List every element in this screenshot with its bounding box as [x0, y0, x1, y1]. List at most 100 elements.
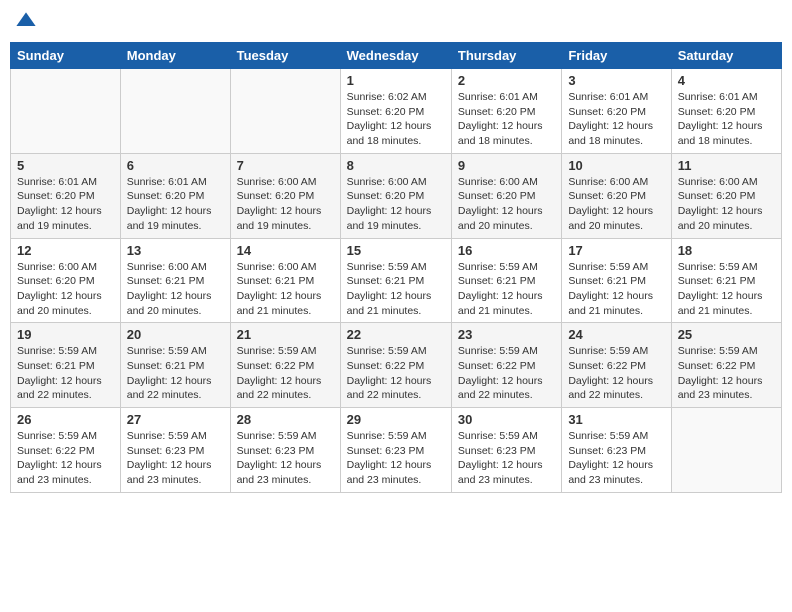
day-number: 20 — [127, 327, 224, 342]
day-info: Sunrise: 5:59 AM Sunset: 6:22 PM Dayligh… — [347, 344, 445, 403]
calendar-day-2: 2 Sunrise: 6:01 AM Sunset: 6:20 PM Daylig… — [451, 69, 561, 154]
calendar-empty-cell — [120, 69, 230, 154]
day-number: 4 — [678, 73, 775, 88]
calendar-day-11: 11 Sunrise: 6:00 AM Sunset: 6:20 PM Dayli… — [671, 153, 781, 238]
day-number: 6 — [127, 158, 224, 173]
day-number: 18 — [678, 243, 775, 258]
day-info: Sunrise: 6:02 AM Sunset: 6:20 PM Dayligh… — [347, 90, 445, 149]
day-number: 31 — [568, 412, 664, 427]
calendar-week-row: 19 Sunrise: 5:59 AM Sunset: 6:21 PM Dayli… — [11, 323, 782, 408]
day-info: Sunrise: 5:59 AM Sunset: 6:21 PM Dayligh… — [568, 260, 664, 319]
calendar-week-row: 1 Sunrise: 6:02 AM Sunset: 6:20 PM Daylig… — [11, 69, 782, 154]
day-number: 15 — [347, 243, 445, 258]
calendar-day-10: 10 Sunrise: 6:00 AM Sunset: 6:20 PM Dayli… — [562, 153, 671, 238]
day-info: Sunrise: 6:00 AM Sunset: 6:21 PM Dayligh… — [237, 260, 334, 319]
calendar-day-20: 20Sunrise: 5:59 AM Sunset: 6:21 PM Dayli… — [120, 323, 230, 408]
calendar-empty-cell — [230, 69, 340, 154]
day-number: 30 — [458, 412, 555, 427]
day-number: 26 — [17, 412, 114, 427]
calendar-week-row: 26Sunrise: 5:59 AM Sunset: 6:22 PM Dayli… — [11, 408, 782, 493]
day-number: 2 — [458, 73, 555, 88]
calendar-day-9: 9 Sunrise: 6:00 AM Sunset: 6:20 PM Daylig… — [451, 153, 561, 238]
day-info: Sunrise: 5:59 AM Sunset: 6:21 PM Dayligh… — [458, 260, 555, 319]
day-number: 28 — [237, 412, 334, 427]
calendar-day-7: 7 Sunrise: 6:00 AM Sunset: 6:20 PM Daylig… — [230, 153, 340, 238]
calendar-header-sunday: Sunday — [11, 43, 121, 69]
calendar-day-27: 27Sunrise: 5:59 AM Sunset: 6:23 PM Dayli… — [120, 408, 230, 493]
page-header — [10, 10, 782, 34]
day-info: Sunrise: 6:01 AM Sunset: 6:20 PM Dayligh… — [458, 90, 555, 149]
calendar-header-wednesday: Wednesday — [340, 43, 451, 69]
calendar-week-row: 12 Sunrise: 6:00 AM Sunset: 6:20 PM Dayli… — [11, 238, 782, 323]
day-number: 21 — [237, 327, 334, 342]
day-number: 10 — [568, 158, 664, 173]
calendar-day-12: 12 Sunrise: 6:00 AM Sunset: 6:20 PM Dayli… — [11, 238, 121, 323]
day-info: Sunrise: 6:00 AM Sunset: 6:21 PM Dayligh… — [127, 260, 224, 319]
calendar-day-28: 28 Sunrise: 5:59 AM Sunset: 6:23 PM Dayli… — [230, 408, 340, 493]
day-number: 17 — [568, 243, 664, 258]
calendar-day-24: 24Sunrise: 5:59 AM Sunset: 6:22 PM Dayli… — [562, 323, 671, 408]
day-info: Sunrise: 5:59 AM Sunset: 6:22 PM Dayligh… — [568, 344, 664, 403]
calendar-day-3: 3 Sunrise: 6:01 AM Sunset: 6:20 PM Daylig… — [562, 69, 671, 154]
calendar-header-row: SundayMondayTuesdayWednesdayThursdayFrid… — [11, 43, 782, 69]
day-number: 11 — [678, 158, 775, 173]
day-number: 23 — [458, 327, 555, 342]
logo-icon — [14, 10, 38, 34]
day-info: Sunrise: 6:00 AM Sunset: 6:20 PM Dayligh… — [678, 175, 775, 234]
logo — [14, 10, 42, 34]
calendar-day-5: 5 Sunrise: 6:01 AM Sunset: 6:20 PM Daylig… — [11, 153, 121, 238]
day-number: 3 — [568, 73, 664, 88]
calendar-day-14: 14 Sunrise: 6:00 AM Sunset: 6:21 PM Dayli… — [230, 238, 340, 323]
day-info: Sunrise: 5:59 AM Sunset: 6:21 PM Dayligh… — [17, 344, 114, 403]
calendar-day-18: 18 Sunrise: 5:59 AM Sunset: 6:21 PM Dayli… — [671, 238, 781, 323]
calendar-day-8: 8Sunrise: 6:00 AM Sunset: 6:20 PM Daylig… — [340, 153, 451, 238]
day-info: Sunrise: 6:00 AM Sunset: 6:20 PM Dayligh… — [17, 260, 114, 319]
calendar-header-thursday: Thursday — [451, 43, 561, 69]
day-number: 14 — [237, 243, 334, 258]
day-number: 1 — [347, 73, 445, 88]
day-info: Sunrise: 6:01 AM Sunset: 6:20 PM Dayligh… — [568, 90, 664, 149]
day-info: Sunrise: 5:59 AM Sunset: 6:23 PM Dayligh… — [237, 429, 334, 488]
calendar-day-15: 15Sunrise: 5:59 AM Sunset: 6:21 PM Dayli… — [340, 238, 451, 323]
calendar-day-26: 26Sunrise: 5:59 AM Sunset: 6:22 PM Dayli… — [11, 408, 121, 493]
calendar-header-friday: Friday — [562, 43, 671, 69]
calendar-empty-cell — [671, 408, 781, 493]
calendar-day-22: 22 Sunrise: 5:59 AM Sunset: 6:22 PM Dayli… — [340, 323, 451, 408]
calendar-day-16: 16Sunrise: 5:59 AM Sunset: 6:21 PM Dayli… — [451, 238, 561, 323]
day-info: Sunrise: 5:59 AM Sunset: 6:22 PM Dayligh… — [458, 344, 555, 403]
calendar-day-31: 31 Sunrise: 5:59 AM Sunset: 6:23 PM Dayli… — [562, 408, 671, 493]
calendar-header-saturday: Saturday — [671, 43, 781, 69]
calendar-week-row: 5 Sunrise: 6:01 AM Sunset: 6:20 PM Daylig… — [11, 153, 782, 238]
calendar-day-21: 21 Sunrise: 5:59 AM Sunset: 6:22 PM Dayli… — [230, 323, 340, 408]
day-number: 8 — [347, 158, 445, 173]
day-info: Sunrise: 6:00 AM Sunset: 6:20 PM Dayligh… — [458, 175, 555, 234]
day-info: Sunrise: 5:59 AM Sunset: 6:23 PM Dayligh… — [347, 429, 445, 488]
day-number: 9 — [458, 158, 555, 173]
day-info: Sunrise: 5:59 AM Sunset: 6:22 PM Dayligh… — [237, 344, 334, 403]
day-number: 22 — [347, 327, 445, 342]
calendar-day-29: 29 Sunrise: 5:59 AM Sunset: 6:23 PM Dayli… — [340, 408, 451, 493]
calendar-day-17: 17 Sunrise: 5:59 AM Sunset: 6:21 PM Dayli… — [562, 238, 671, 323]
day-number: 27 — [127, 412, 224, 427]
calendar-day-6: 6 Sunrise: 6:01 AM Sunset: 6:20 PM Daylig… — [120, 153, 230, 238]
day-number: 5 — [17, 158, 114, 173]
day-info: Sunrise: 6:00 AM Sunset: 6:20 PM Dayligh… — [568, 175, 664, 234]
day-info: Sunrise: 5:59 AM Sunset: 6:23 PM Dayligh… — [458, 429, 555, 488]
day-info: Sunrise: 5:59 AM Sunset: 6:22 PM Dayligh… — [678, 344, 775, 403]
day-number: 29 — [347, 412, 445, 427]
calendar-day-19: 19 Sunrise: 5:59 AM Sunset: 6:21 PM Dayli… — [11, 323, 121, 408]
day-number: 19 — [17, 327, 114, 342]
day-info: Sunrise: 5:59 AM Sunset: 6:21 PM Dayligh… — [678, 260, 775, 319]
calendar-empty-cell — [11, 69, 121, 154]
day-info: Sunrise: 6:01 AM Sunset: 6:20 PM Dayligh… — [127, 175, 224, 234]
day-number: 7 — [237, 158, 334, 173]
day-info: Sunrise: 6:00 AM Sunset: 6:20 PM Dayligh… — [237, 175, 334, 234]
calendar-header-tuesday: Tuesday — [230, 43, 340, 69]
calendar-header-monday: Monday — [120, 43, 230, 69]
day-info: Sunrise: 6:01 AM Sunset: 6:20 PM Dayligh… — [17, 175, 114, 234]
day-number: 12 — [17, 243, 114, 258]
day-info: Sunrise: 5:59 AM Sunset: 6:23 PM Dayligh… — [568, 429, 664, 488]
calendar-day-25: 25Sunrise: 5:59 AM Sunset: 6:22 PM Dayli… — [671, 323, 781, 408]
calendar-day-13: 13Sunrise: 6:00 AM Sunset: 6:21 PM Dayli… — [120, 238, 230, 323]
calendar-day-1: 1 Sunrise: 6:02 AM Sunset: 6:20 PM Daylig… — [340, 69, 451, 154]
